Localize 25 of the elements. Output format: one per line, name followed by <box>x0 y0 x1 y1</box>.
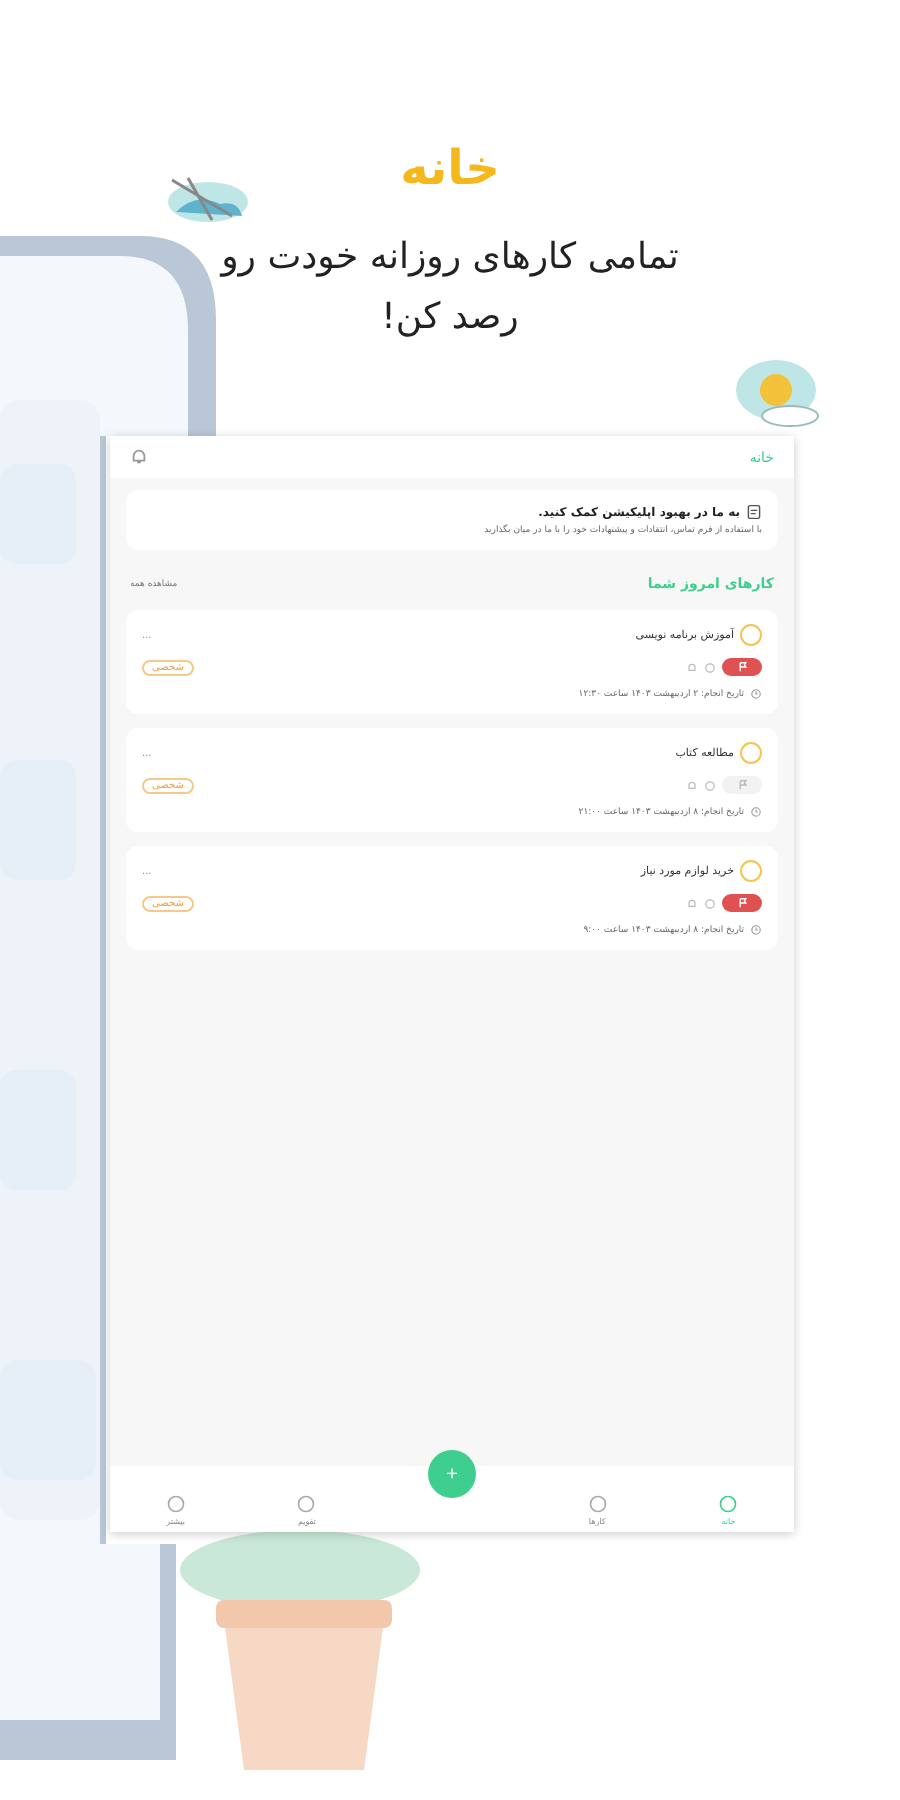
form-icon <box>746 504 762 520</box>
bell-icon <box>686 661 698 673</box>
flag-icon <box>735 778 749 792</box>
task-checkbox[interactable] <box>740 624 762 646</box>
promo-title: خانه <box>398 140 502 196</box>
bell-icon <box>686 897 698 909</box>
attachment-icon <box>704 779 716 791</box>
bell-icon <box>686 779 698 791</box>
clock-icon <box>750 924 762 936</box>
flag-toggle[interactable] <box>722 776 762 794</box>
add-button[interactable]: + <box>428 1450 477 1498</box>
flag-toggle[interactable] <box>722 658 762 676</box>
clock-icon <box>750 688 762 700</box>
cloud-lightbulb-drawing <box>736 360 819 427</box>
task-checkbox[interactable] <box>740 742 762 764</box>
flag-icon <box>735 896 749 910</box>
bell-icon[interactable] <box>130 448 148 466</box>
attachment-icon <box>704 897 716 909</box>
promo-subtitle: تمامی کارهای روزانه خودت رو رصد کن! <box>217 234 681 342</box>
clock-icon <box>750 806 762 818</box>
cloud-plane-drawing <box>168 176 248 222</box>
task-checkbox[interactable] <box>740 860 762 882</box>
flag-toggle[interactable] <box>722 894 762 912</box>
flag-icon <box>735 660 749 674</box>
attachment-icon <box>704 661 716 673</box>
